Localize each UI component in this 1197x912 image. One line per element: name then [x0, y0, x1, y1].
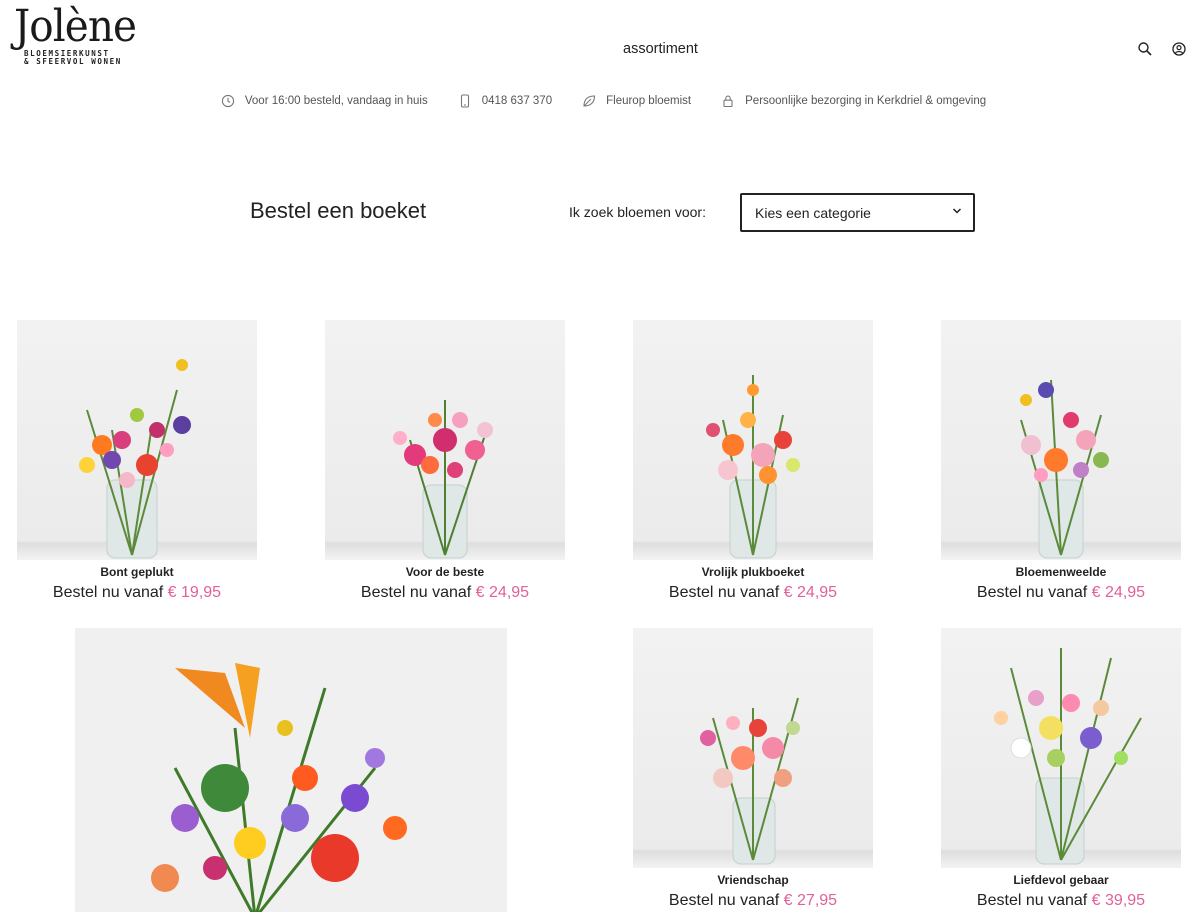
product-price: € 24,95: [475, 584, 530, 601]
leaf-icon: [583, 95, 596, 107]
product-card[interactable]: Bont geplukt Bestel nu vanaf € 19,95: [17, 320, 257, 602]
product-price: € 27,95: [783, 892, 838, 909]
product-photo[interactable]: [633, 320, 873, 560]
product-price-line: Bestel nu vanaf € 19,95: [17, 584, 257, 602]
page-title: Bestel een boeket: [250, 198, 427, 223]
usp-fleurop: Fleurop bloemist: [582, 92, 691, 110]
product-name[interactable]: Vrolijk plukboeket: [633, 565, 873, 579]
product-price-line: Bestel nu vanaf € 24,95: [941, 584, 1181, 602]
product-card[interactable]: Voor de beste Bestel nu vanaf € 24,95: [325, 320, 565, 602]
price-prefix: Bestel nu vanaf: [976, 584, 1088, 601]
product-photo[interactable]: [633, 628, 873, 868]
usp-bar: Voor 16:00 besteld, vandaag in huis 0418…: [0, 92, 1197, 110]
usp-phone[interactable]: 0418 637 370: [458, 92, 552, 110]
logo-tagline-2: & SFEERVOL WONEN: [24, 57, 122, 66]
logo[interactable]: Jolène BLOEMSIERKUNST & SFEERVOL WONEN: [14, 4, 144, 82]
usp-bezorging: Persoonlijke bezorging in Kerkdriel & om…: [721, 92, 986, 110]
featured-bouquet-photo[interactable]: [75, 628, 507, 912]
clock-icon: [221, 94, 235, 108]
product-card[interactable]: Bloemenweelde Bestel nu vanaf € 24,95: [941, 320, 1181, 602]
product-price: € 39,95: [1091, 892, 1146, 909]
logo-wordmark: Jolène: [14, 1, 137, 52]
product-card[interactable]: Vrolijk plukboeket Bestel nu vanaf € 24,…: [633, 320, 873, 602]
product-price: € 24,95: [1091, 584, 1146, 601]
product-photo[interactable]: [941, 628, 1181, 868]
nav-assortiment[interactable]: assortiment: [623, 41, 698, 57]
category-filter-label: Ik zoek bloemen voor:: [569, 204, 706, 220]
chevron-down-icon: [952, 208, 962, 214]
phone-icon: [460, 94, 469, 108]
usp-phone-text[interactable]: 0418 637 370: [482, 95, 552, 107]
category-select[interactable]: Kies een categorie: [740, 193, 975, 232]
product-card[interactable]: Vriendschap Bestel nu vanaf € 27,95: [633, 628, 873, 910]
search-icon[interactable]: [1137, 41, 1153, 57]
product-price-line: Bestel nu vanaf € 39,95: [941, 892, 1181, 910]
price-prefix: Bestel nu vanaf: [976, 892, 1088, 909]
product-photo[interactable]: [17, 320, 257, 560]
price-prefix: Bestel nu vanaf: [668, 892, 780, 909]
product-price: € 19,95: [167, 584, 222, 601]
lock-icon: [723, 95, 733, 108]
usp-fleurop-text: Fleurop bloemist: [606, 95, 692, 107]
account-icon[interactable]: [1171, 41, 1187, 57]
product-name[interactable]: Bloemenweelde: [941, 565, 1181, 579]
product-price-line: Bestel nu vanaf € 24,95: [325, 584, 565, 602]
price-prefix: Bestel nu vanaf: [52, 584, 164, 601]
product-photo[interactable]: [941, 320, 1181, 560]
product-name[interactable]: Liefdevol gebaar: [941, 873, 1181, 887]
usp-delivery-text: Voor 16:00 besteld, vandaag in huis: [244, 95, 428, 107]
product-photo[interactable]: [325, 320, 565, 560]
product-price: € 24,95: [783, 584, 838, 601]
price-prefix: Bestel nu vanaf: [668, 584, 780, 601]
product-price-line: Bestel nu vanaf € 27,95: [633, 892, 873, 910]
product-name[interactable]: Voor de beste: [325, 565, 565, 579]
product-price-line: Bestel nu vanaf € 24,95: [633, 584, 873, 602]
price-prefix: Bestel nu vanaf: [360, 584, 472, 601]
product-card[interactable]: Liefdevol gebaar Bestel nu vanaf € 39,95: [941, 628, 1181, 910]
usp-bezorging-text: Persoonlijke bezorging in Kerkdriel & om…: [745, 95, 987, 107]
product-name[interactable]: Vriendschap: [633, 873, 873, 887]
product-name[interactable]: Bont geplukt: [17, 565, 257, 579]
category-select-value: Kies een categorie: [755, 204, 871, 221]
usp-delivery: Voor 16:00 besteld, vandaag in huis: [221, 92, 428, 110]
